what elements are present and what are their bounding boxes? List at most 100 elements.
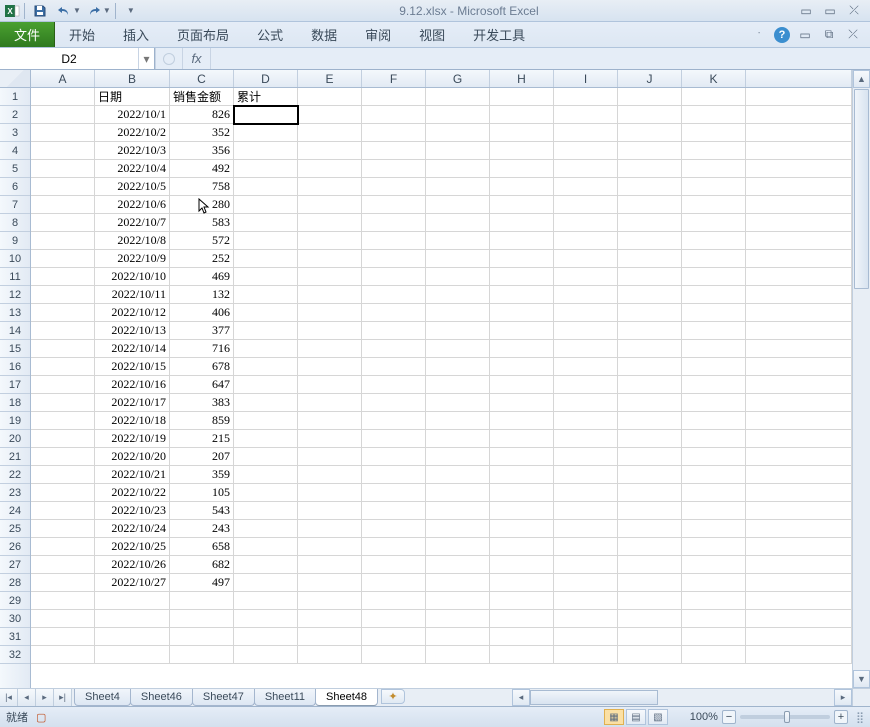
cell-A18[interactable]: [31, 394, 95, 412]
cell-A29[interactable]: [31, 592, 95, 610]
cell-I2[interactable]: [554, 106, 618, 124]
cell-H28[interactable]: [490, 574, 554, 592]
cell-F21[interactable]: [362, 448, 426, 466]
cell-C18[interactable]: 383: [170, 394, 234, 412]
cell-K20[interactable]: [682, 430, 746, 448]
cell-blank[interactable]: [746, 304, 852, 322]
cell-J12[interactable]: [618, 286, 682, 304]
cell-D26[interactable]: [234, 538, 298, 556]
cell-G21[interactable]: [426, 448, 490, 466]
row-header-2[interactable]: 2: [0, 106, 30, 124]
close-button[interactable]: ⤫: [844, 3, 864, 19]
cell-H30[interactable]: [490, 610, 554, 628]
cell-D9[interactable]: [234, 232, 298, 250]
cell-I28[interactable]: [554, 574, 618, 592]
cell-J32[interactable]: [618, 646, 682, 664]
cell-B31[interactable]: [95, 628, 170, 646]
cell-J13[interactable]: [618, 304, 682, 322]
cell-F2[interactable]: [362, 106, 426, 124]
cell-H8[interactable]: [490, 214, 554, 232]
cell-blank[interactable]: [746, 574, 852, 592]
cell-H18[interactable]: [490, 394, 554, 412]
cell-C17[interactable]: 647: [170, 376, 234, 394]
cell-C20[interactable]: 215: [170, 430, 234, 448]
cell-A24[interactable]: [31, 502, 95, 520]
cell-H14[interactable]: [490, 322, 554, 340]
col-header-h[interactable]: H: [490, 70, 554, 87]
cell-F12[interactable]: [362, 286, 426, 304]
cell-blank[interactable]: [746, 88, 852, 106]
cell-C12[interactable]: 132: [170, 286, 234, 304]
cell-H11[interactable]: [490, 268, 554, 286]
cell-D3[interactable]: [234, 124, 298, 142]
cell-E8[interactable]: [298, 214, 362, 232]
cell-H4[interactable]: [490, 142, 554, 160]
row-header-14[interactable]: 14: [0, 322, 30, 340]
cell-B26[interactable]: 2022/10/25: [95, 538, 170, 556]
cell-F30[interactable]: [362, 610, 426, 628]
cell-K9[interactable]: [682, 232, 746, 250]
cell-F13[interactable]: [362, 304, 426, 322]
cell-K1[interactable]: [682, 88, 746, 106]
tab-nav-last[interactable]: ▸|: [54, 689, 72, 706]
window-restore-icon[interactable]: ⧉: [820, 26, 838, 44]
cell-blank[interactable]: [746, 376, 852, 394]
cell-E29[interactable]: [298, 592, 362, 610]
col-header-g[interactable]: G: [426, 70, 490, 87]
cell-E5[interactable]: [298, 160, 362, 178]
cell-G26[interactable]: [426, 538, 490, 556]
cell-G30[interactable]: [426, 610, 490, 628]
row-header-21[interactable]: 21: [0, 448, 30, 466]
cell-K30[interactable]: [682, 610, 746, 628]
cell-J21[interactable]: [618, 448, 682, 466]
cell-K22[interactable]: [682, 466, 746, 484]
cell-K25[interactable]: [682, 520, 746, 538]
cell-D27[interactable]: [234, 556, 298, 574]
cell-G17[interactable]: [426, 376, 490, 394]
cell-blank[interactable]: [746, 592, 852, 610]
cell-A21[interactable]: [31, 448, 95, 466]
cell-G5[interactable]: [426, 160, 490, 178]
tab-nav-next[interactable]: ▸: [36, 689, 54, 706]
cell-E14[interactable]: [298, 322, 362, 340]
col-header-b[interactable]: B: [95, 70, 170, 87]
col-header-d[interactable]: D: [234, 70, 298, 87]
cell-I17[interactable]: [554, 376, 618, 394]
cell-H6[interactable]: [490, 178, 554, 196]
cell-C32[interactable]: [170, 646, 234, 664]
cell-A25[interactable]: [31, 520, 95, 538]
cell-I3[interactable]: [554, 124, 618, 142]
row-header-10[interactable]: 10: [0, 250, 30, 268]
tab-page-layout[interactable]: 页面布局: [163, 22, 243, 47]
row-header-17[interactable]: 17: [0, 376, 30, 394]
cell-D31[interactable]: [234, 628, 298, 646]
cell-D11[interactable]: [234, 268, 298, 286]
cell-C15[interactable]: 716: [170, 340, 234, 358]
cell-blank[interactable]: [746, 412, 852, 430]
cell-H9[interactable]: [490, 232, 554, 250]
cell-H12[interactable]: [490, 286, 554, 304]
cell-C23[interactable]: 105: [170, 484, 234, 502]
cell-H3[interactable]: [490, 124, 554, 142]
cell-H15[interactable]: [490, 340, 554, 358]
cell-F6[interactable]: [362, 178, 426, 196]
zoom-in-button[interactable]: +: [834, 710, 848, 724]
redo-button[interactable]: [83, 1, 105, 21]
cell-E28[interactable]: [298, 574, 362, 592]
cell-B19[interactable]: 2022/10/18: [95, 412, 170, 430]
cell-C11[interactable]: 469: [170, 268, 234, 286]
row-header-31[interactable]: 31: [0, 628, 30, 646]
cell-I22[interactable]: [554, 466, 618, 484]
sheet-tab-sheet47[interactable]: Sheet47: [192, 689, 255, 706]
cell-I31[interactable]: [554, 628, 618, 646]
cell-A9[interactable]: [31, 232, 95, 250]
sheet-tab-sheet46[interactable]: Sheet46: [130, 689, 193, 706]
row-header-30[interactable]: 30: [0, 610, 30, 628]
cell-H22[interactable]: [490, 466, 554, 484]
cell-I15[interactable]: [554, 340, 618, 358]
cell-G15[interactable]: [426, 340, 490, 358]
cell-E22[interactable]: [298, 466, 362, 484]
cell-F22[interactable]: [362, 466, 426, 484]
resize-grip-icon[interactable]: ⣿: [856, 711, 864, 724]
cell-B6[interactable]: 2022/10/5: [95, 178, 170, 196]
